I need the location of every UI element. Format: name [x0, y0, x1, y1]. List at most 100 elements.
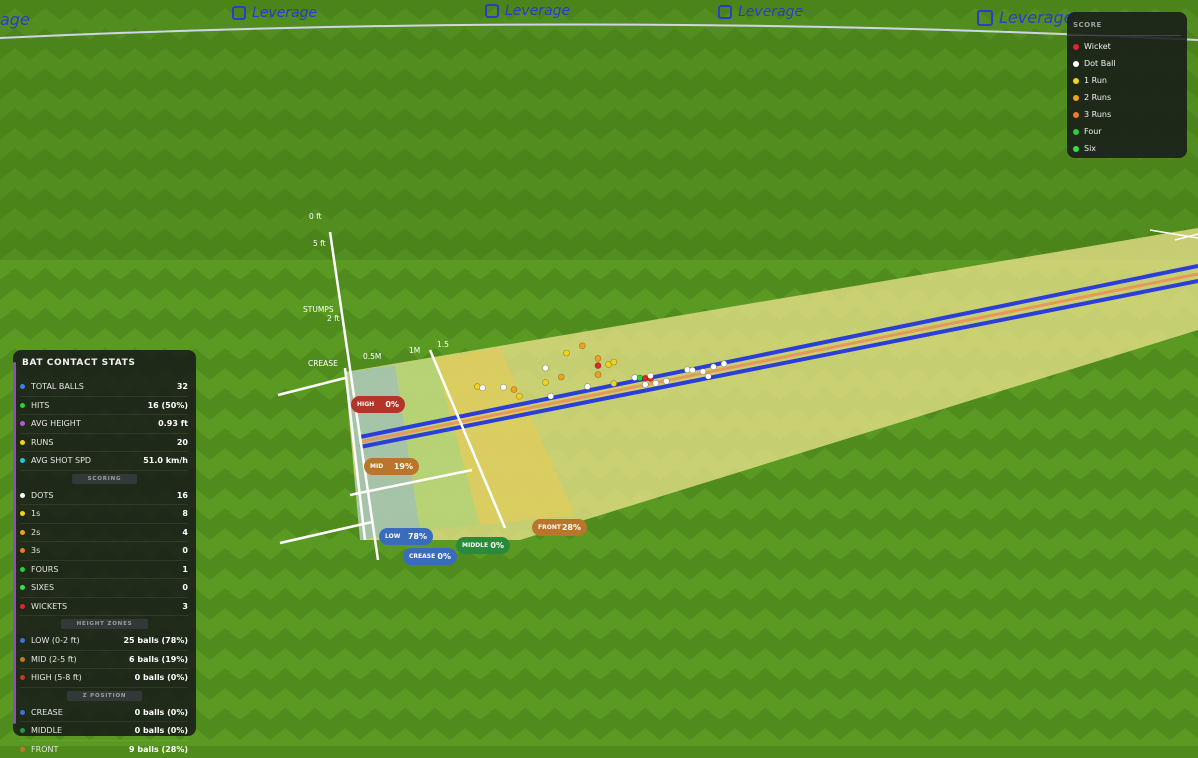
zone-badge-front[interactable]: FRONT 28%: [532, 519, 587, 536]
zone-label: MIDDLE: [462, 542, 488, 549]
ball-marker: [711, 364, 717, 370]
zone-label: LOW: [385, 533, 400, 540]
zone-badge-mid[interactable]: MID 19%: [364, 458, 419, 475]
stat-label: CREASE: [31, 708, 135, 717]
legend-item-dot-ball: Dot Ball: [1067, 55, 1187, 72]
legend-label: Four: [1084, 127, 1102, 136]
stat-dot-icon: [20, 384, 25, 389]
section-header-z-position: Z POSITION: [13, 688, 196, 704]
stat-value: 25 balls (78%): [123, 636, 188, 645]
sponsor-board-3: Leverage: [718, 4, 803, 20]
legend-title: SCORE: [1067, 12, 1181, 36]
four-dot-icon: [1073, 129, 1079, 135]
stat-dot-icon: [20, 458, 25, 463]
sponsor-text: Leverage: [999, 8, 1073, 27]
stat-value: 8: [182, 509, 188, 518]
leverage-logo-icon: [977, 10, 993, 26]
zone-pct: 28%: [562, 523, 581, 532]
stat-dot-icon: [20, 657, 25, 662]
stat-row-high: HIGH (5-8 ft)0 balls (0%): [20, 669, 188, 688]
ball-marker: [548, 393, 554, 399]
leverage-logo-icon: [485, 4, 499, 18]
zone-badge-crease[interactable]: CREASE 0%: [403, 548, 457, 565]
ball-marker: [721, 361, 727, 367]
ball-marker: [579, 343, 585, 349]
ball-marker: [648, 373, 654, 379]
height-label-2ft: 2 ft: [327, 314, 340, 323]
zone-pct: 0%: [437, 552, 451, 561]
stat-label: FRONT: [31, 745, 129, 754]
stat-row-2s: 2s4: [20, 524, 188, 543]
zone-badge-low[interactable]: LOW 78%: [379, 528, 433, 545]
legend-label: 1 Run: [1084, 76, 1107, 85]
stat-row-total-balls: TOTAL BALLS32: [20, 378, 188, 397]
zone-badge-middle[interactable]: MIDDLE 0%: [456, 537, 510, 554]
stat-row-mid: MID (2-5 ft)6 balls (19%): [20, 651, 188, 670]
stat-dot-icon: [20, 675, 25, 680]
stat-dot-icon: [20, 530, 25, 535]
ball-marker: [611, 381, 617, 387]
stat-value: 1: [182, 565, 188, 574]
stat-value: 0.93 ft: [158, 419, 188, 428]
ball-marker: [700, 369, 706, 375]
bat-contact-stats-panel: BAT CONTACT STATS TOTAL BALLS32 HITS16 (…: [13, 350, 196, 736]
stat-row-dots: DOTS16: [20, 487, 188, 506]
stat-value: 16: [177, 491, 188, 500]
three-runs-dot-icon: [1073, 112, 1079, 118]
legend-item-3-runs: 3 Runs: [1067, 106, 1187, 123]
stat-value: 32: [177, 382, 188, 391]
stat-row-low: LOW (0-2 ft)25 balls (78%): [20, 632, 188, 651]
two-runs-dot-icon: [1073, 95, 1079, 101]
zone-pct: 0%: [385, 400, 399, 409]
ball-marker: [558, 374, 564, 380]
stat-value: 9 balls (28%): [129, 745, 188, 754]
ball-marker: [595, 355, 601, 361]
distance-label-15m: 1.5: [437, 340, 449, 349]
leverage-logo-icon: [232, 6, 246, 20]
ball-marker: [611, 359, 617, 365]
stat-row-crease: CREASE0 balls (0%): [20, 704, 188, 723]
stat-label: RUNS: [31, 438, 177, 447]
sponsor-fragment: age: [0, 10, 30, 29]
stat-value: 0 balls (0%): [135, 726, 188, 735]
sponsor-text: Leverage: [252, 5, 317, 21]
stat-row-fours: FOURS1: [20, 561, 188, 580]
stat-label: 1s: [31, 509, 182, 518]
section-title: HEIGHT ZONES: [61, 619, 149, 629]
legend-item-1-run: 1 Run: [1067, 72, 1187, 89]
crease-label: CREASE: [308, 359, 338, 368]
stat-label: FOURS: [31, 565, 182, 574]
stat-row-hits: HITS16 (50%): [20, 397, 188, 416]
stat-dot-icon: [20, 747, 25, 752]
stat-dot-icon: [20, 710, 25, 715]
stat-row-avg-height: AVG HEIGHT0.93 ft: [20, 415, 188, 434]
zone-label: MID: [370, 463, 383, 470]
legend-label: 3 Runs: [1084, 110, 1111, 119]
stat-dot-icon: [20, 511, 25, 516]
ball-marker: [653, 380, 659, 386]
wicket-dot-icon: [1073, 44, 1079, 50]
stat-label: HITS: [31, 401, 148, 410]
stat-row-runs: RUNS20: [20, 434, 188, 453]
legend-item-wicket: Wicket: [1067, 38, 1187, 55]
stat-dot-icon: [20, 421, 25, 426]
stat-label: AVG HEIGHT: [31, 419, 158, 428]
stat-label: MIDDLE: [31, 726, 135, 735]
sponsor-board-4: Leverage: [977, 8, 1073, 27]
legend-label: Wicket: [1084, 42, 1111, 51]
stat-value: 51.0 km/h: [143, 456, 188, 465]
zone-badge-high[interactable]: HIGH 0%: [351, 396, 405, 413]
ball-marker: [501, 384, 507, 390]
ball-marker: [543, 379, 549, 385]
height-label-0ft: 0 ft: [309, 212, 322, 221]
stat-dot-icon: [20, 604, 25, 609]
one-run-dot-icon: [1073, 78, 1079, 84]
section-header-height-zones: HEIGHT ZONES: [13, 616, 196, 632]
six-dot-icon: [1073, 146, 1079, 152]
dot-ball-dot-icon: [1073, 61, 1079, 67]
stat-dot-icon: [20, 403, 25, 408]
stat-dot-icon: [20, 440, 25, 445]
stat-dot-icon: [20, 548, 25, 553]
zone-label: HIGH: [357, 401, 374, 408]
ball-marker: [480, 385, 486, 391]
